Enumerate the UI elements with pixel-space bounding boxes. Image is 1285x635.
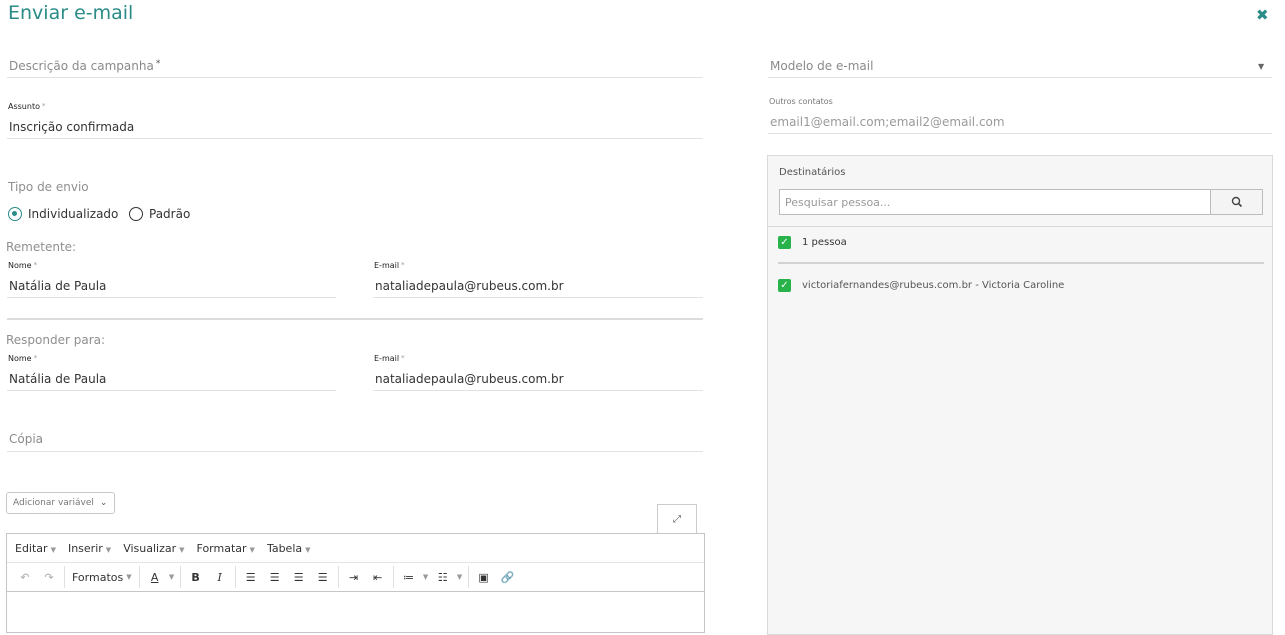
- divider: [768, 133, 1272, 134]
- reply-name-label: Nome *: [8, 354, 38, 363]
- rich-text-editor[interactable]: Editar ▼ Inserir ▼ Visualizar ▼ Formatar ▼ T…: [6, 533, 705, 633]
- radio-selected-icon[interactable]: [8, 207, 22, 221]
- checkbox-checked-icon[interactable]: ✓: [778, 279, 791, 292]
- sender-email-label: E-mail *: [374, 261, 405, 270]
- sender-name-label: Nome *: [8, 261, 38, 270]
- formats-dropdown[interactable]: Formatos ▼: [68, 566, 136, 588]
- search-button[interactable]: [1210, 189, 1263, 215]
- divider: [7, 390, 336, 391]
- toolbar-separator: [467, 566, 469, 588]
- campaign-description-field[interactable]: Descrição da campanha *: [9, 59, 160, 73]
- search-input[interactable]: Pesquisar pessoa...: [779, 189, 1263, 215]
- text-color-icon[interactable]: A: [143, 566, 167, 588]
- align-left-icon[interactable]: ☰: [239, 566, 263, 588]
- sender-email-input[interactable]: nataliadepaula@rubeus.com.br: [375, 279, 564, 293]
- undo-icon[interactable]: ↶: [13, 566, 37, 588]
- subject-input[interactable]: Inscrição confirmada: [9, 120, 134, 134]
- indent-icon[interactable]: ⇥: [342, 566, 366, 588]
- toolbar-separator: [64, 566, 65, 588]
- fullscreen-button[interactable]: ⤢: [657, 504, 697, 534]
- chevron-down-icon: ⌄: [99, 498, 108, 508]
- email-template-select[interactable]: Modelo de e-mail: [770, 59, 873, 73]
- copy-input[interactable]: Cópia: [9, 432, 43, 446]
- text-color-caret-icon[interactable]: ▼: [167, 566, 177, 588]
- subject-label: Assunto *: [8, 102, 46, 111]
- dropdown-caret-icon[interactable]: ▼: [1258, 62, 1264, 71]
- checkbox-checked-icon[interactable]: ✓: [778, 236, 791, 249]
- reply-email-label: E-mail *: [374, 354, 405, 363]
- sender-name-input[interactable]: Natália de Paula: [9, 279, 106, 293]
- recipient-row[interactable]: ✓ victoriafernandes@rubeus.com.br - Vict…: [778, 279, 1064, 292]
- divider: [7, 77, 703, 78]
- send-type-label: Tipo de envio: [8, 180, 89, 194]
- add-variable-select[interactable]: Adicionar variável ⌄: [6, 492, 115, 514]
- divider: [7, 451, 703, 452]
- required-mark: *: [155, 59, 161, 69]
- menu-inserir[interactable]: Inserir ▼: [68, 542, 111, 555]
- radio-padrao[interactable]: Padrão: [129, 207, 190, 221]
- image-icon[interactable]: ▣: [472, 566, 496, 588]
- recipients-panel: [767, 155, 1273, 635]
- editor-toolbar: ↶ ↷ Formatos ▼ A ▼ B I ☰ ☰ ☰ ☰ ⇥ ⇤ ≔ ▼ ☷ …: [7, 563, 704, 592]
- sender-section-label: Remetente:: [6, 240, 77, 254]
- redo-icon[interactable]: ↷: [37, 566, 61, 588]
- section-divider: [7, 318, 703, 320]
- align-center-icon[interactable]: ☰: [263, 566, 287, 588]
- recipient-label: victoriafernandes@rubeus.com.br - Victor…: [802, 280, 1065, 291]
- divider: [373, 297, 703, 298]
- radio-label: Padrão: [149, 207, 191, 221]
- align-justify-icon[interactable]: ☰: [311, 566, 335, 588]
- divider: [7, 297, 336, 298]
- radio-label: Individualizado: [28, 207, 119, 221]
- bullet-list-caret-icon[interactable]: ▼: [455, 566, 465, 588]
- search-icon: [1231, 196, 1242, 208]
- other-contacts-label: Outros contatos: [769, 97, 833, 106]
- bold-icon[interactable]: B: [184, 566, 208, 588]
- reply-section-label: Responder para:: [6, 333, 106, 347]
- editor-menubar: Editar ▼ Inserir ▼ Visualizar ▼ Formatar ▼ T…: [7, 534, 704, 563]
- toolbar-separator: [392, 566, 394, 588]
- menu-visualizar[interactable]: Visualizar ▼: [123, 542, 184, 555]
- menu-formatar[interactable]: Formatar ▼: [197, 542, 255, 555]
- expand-icon: ⤢: [673, 514, 681, 525]
- count-label: 1 pessoa: [802, 237, 847, 248]
- italic-icon[interactable]: I: [208, 566, 232, 588]
- add-variable-label: Adicionar variável: [13, 498, 94, 508]
- radio-individualizado[interactable]: Individualizado: [8, 207, 118, 221]
- toolbar-separator: [234, 566, 236, 588]
- radio-unselected-icon[interactable]: [129, 207, 143, 221]
- recipients-label: Destinatários: [779, 167, 846, 178]
- numbered-list-caret-icon[interactable]: ▼: [421, 566, 431, 588]
- toolbar-separator: [337, 566, 339, 588]
- search-placeholder: Pesquisar pessoa...: [785, 196, 891, 209]
- other-contacts-input[interactable]: email1@email.com;email2@email.com: [770, 115, 1005, 129]
- divider: [778, 262, 1264, 264]
- close-icon[interactable]: ✖: [1256, 6, 1269, 24]
- bullet-list-icon[interactable]: ☷: [431, 566, 455, 588]
- toolbar-separator: [138, 566, 140, 588]
- link-icon[interactable]: 🔗: [496, 566, 520, 588]
- toolbar-separator: [179, 566, 181, 588]
- dialog-title: Enviar e-mail: [8, 2, 134, 24]
- reply-email-input[interactable]: nataliadepaula@rubeus.com.br: [375, 372, 564, 386]
- menu-tabela[interactable]: Tabela ▼: [267, 542, 311, 555]
- select-all-row[interactable]: ✓ 1 pessoa: [778, 236, 847, 249]
- outdent-icon[interactable]: ⇤: [366, 566, 390, 588]
- campaign-description-placeholder: Descrição da campanha: [9, 59, 154, 73]
- numbered-list-icon[interactable]: ≔: [397, 566, 421, 588]
- align-right-icon[interactable]: ☰: [287, 566, 311, 588]
- reply-name-input[interactable]: Natália de Paula: [9, 372, 106, 386]
- divider: [373, 390, 703, 391]
- divider: [768, 77, 1272, 78]
- divider: [768, 226, 1272, 227]
- menu-editar[interactable]: Editar ▼: [15, 542, 56, 555]
- divider: [7, 138, 703, 139]
